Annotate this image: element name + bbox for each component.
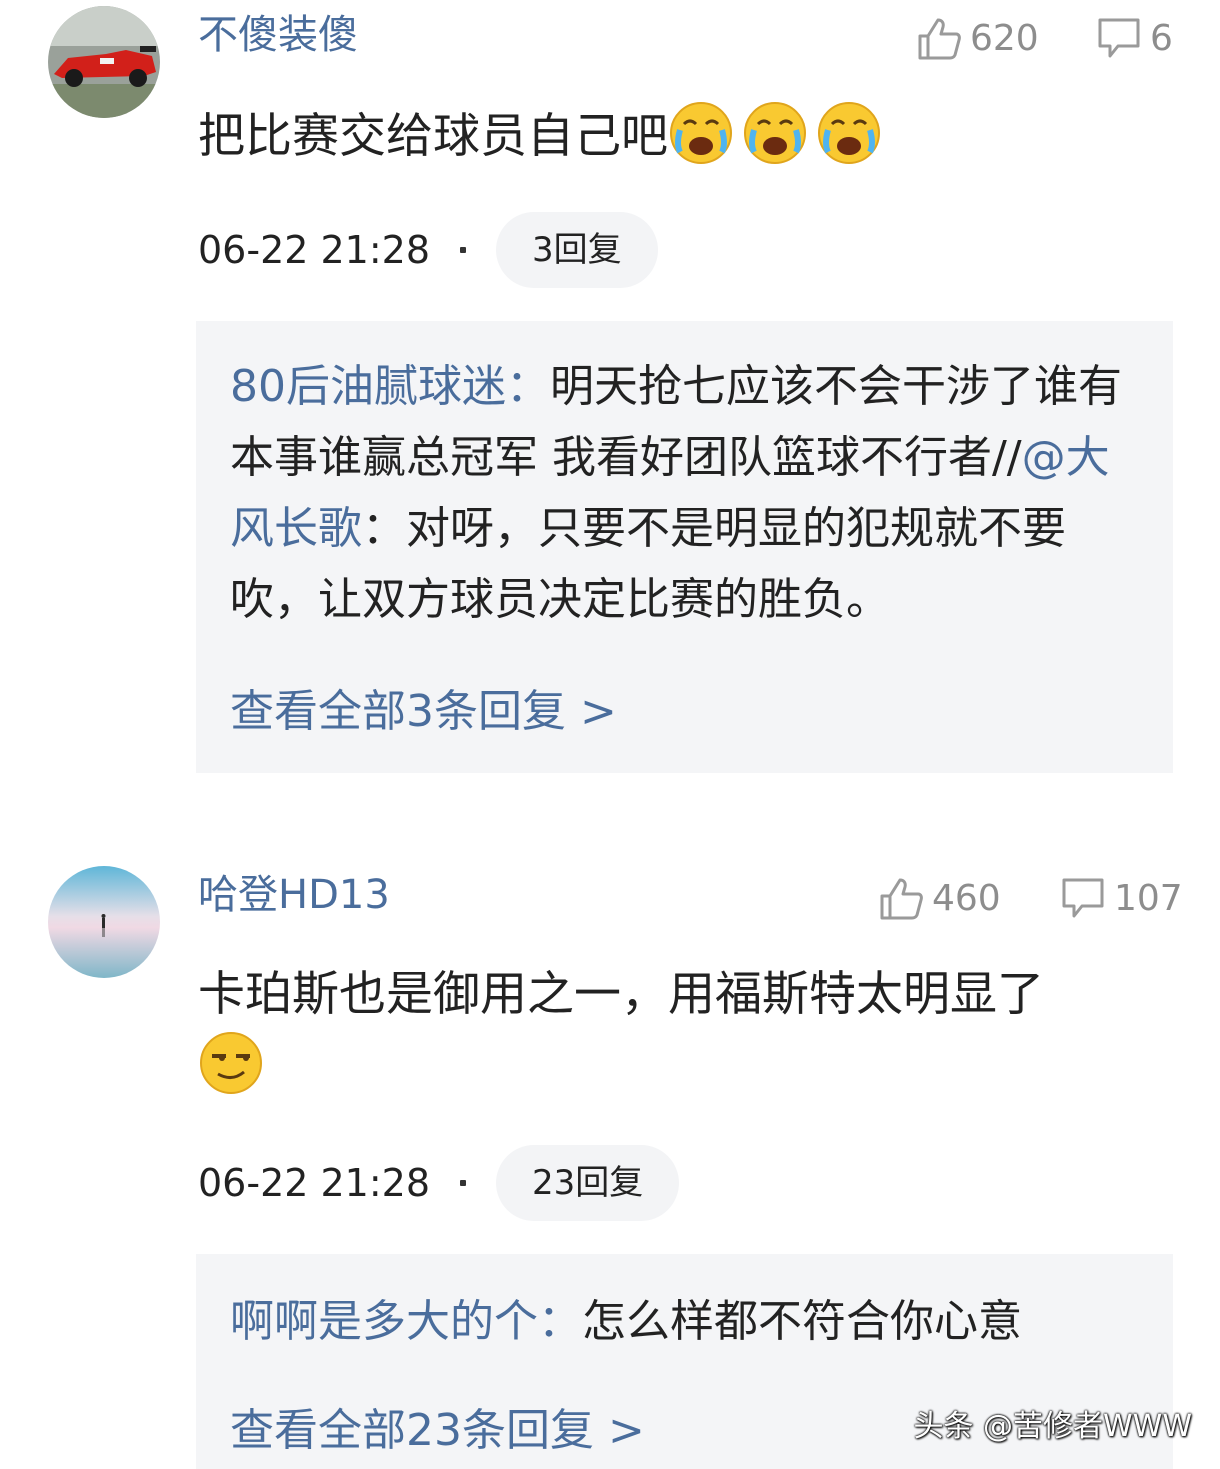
like-button[interactable]: 460: [878, 876, 1001, 922]
like-count: 620: [970, 18, 1039, 59]
separator-dot: [460, 1180, 467, 1186]
smirk-face-emoji: [198, 1030, 264, 1096]
like-count: 460: [932, 878, 1001, 919]
comment-text: 卡珀斯也是御用之一，用福斯特太明显了: [198, 967, 1044, 1022]
reply-author[interactable]: 啊啊是多大的个: [230, 1296, 538, 1347]
reply-content: 怎么样都不符合你心意: [582, 1296, 1022, 1347]
like-button[interactable]: 620: [916, 16, 1039, 62]
reply-colon: ：: [538, 1296, 582, 1347]
reply-colon: ：: [506, 361, 550, 412]
thumbs-up-icon: [880, 878, 923, 920]
landscape-avatar-icon: [48, 866, 160, 978]
crying-face-emoji: [742, 100, 808, 166]
reply-preview-text: 啊啊是多大的个：怎么样都不符合你心意: [230, 1286, 1145, 1357]
comment-time: 06-22 21:28: [198, 228, 431, 272]
replies-button[interactable]: 3回复: [496, 212, 658, 288]
view-all-replies-link[interactable]: 查看全部23条回复 >: [230, 1394, 645, 1458]
comment-meta: 06-22 21:28 23回复: [198, 1145, 680, 1221]
comment-text: 把比赛交给球员自己吧: [198, 109, 668, 164]
crying-face-emoji: [816, 100, 882, 166]
reply-preview-text: 80后油腻球迷：明天抢七应该不会干涉了谁有本事谁赢总冠军 我看好团队篮球不行者/…: [230, 351, 1145, 635]
reply-count-button[interactable]: 6: [1096, 16, 1173, 62]
comment-time: 06-22 21:28: [198, 1161, 431, 1205]
replies-button[interactable]: 23回复: [496, 1145, 680, 1221]
comment-bubble-icon: [1062, 878, 1104, 918]
watermark: 头条 @苦修者WWW: [913, 1409, 1192, 1444]
reply-preview-box[interactable]: 80后油腻球迷：明天抢七应该不会干涉了谁有本事谁赢总冠军 我看好团队篮球不行者/…: [196, 321, 1173, 773]
reply-author[interactable]: 80后油腻球迷: [230, 361, 506, 412]
comment-bubble-icon: [1098, 18, 1140, 58]
comment-text-container: 卡珀斯也是御用之一，用福斯特太明显了: [198, 960, 1180, 1102]
user-avatar[interactable]: [48, 866, 160, 978]
thumbs-up-icon: [918, 18, 961, 60]
username[interactable]: 不傻装傻: [198, 15, 358, 55]
comment-meta: 06-22 21:28 3回复: [198, 212, 658, 288]
username[interactable]: 哈登HD13: [198, 875, 390, 915]
reply-count: 6: [1150, 18, 1173, 59]
comment-text-container: 把比赛交给球员自己吧: [198, 100, 1172, 172]
user-avatar[interactable]: [48, 6, 160, 118]
separator-dot: [460, 247, 467, 253]
reply-count-button[interactable]: 107: [1060, 876, 1183, 922]
crying-face-emoji: [668, 100, 734, 166]
view-all-replies-link[interactable]: 查看全部3条回复 >: [230, 675, 617, 739]
reply-count: 107: [1114, 878, 1183, 919]
race-car-avatar-icon: [48, 6, 160, 118]
